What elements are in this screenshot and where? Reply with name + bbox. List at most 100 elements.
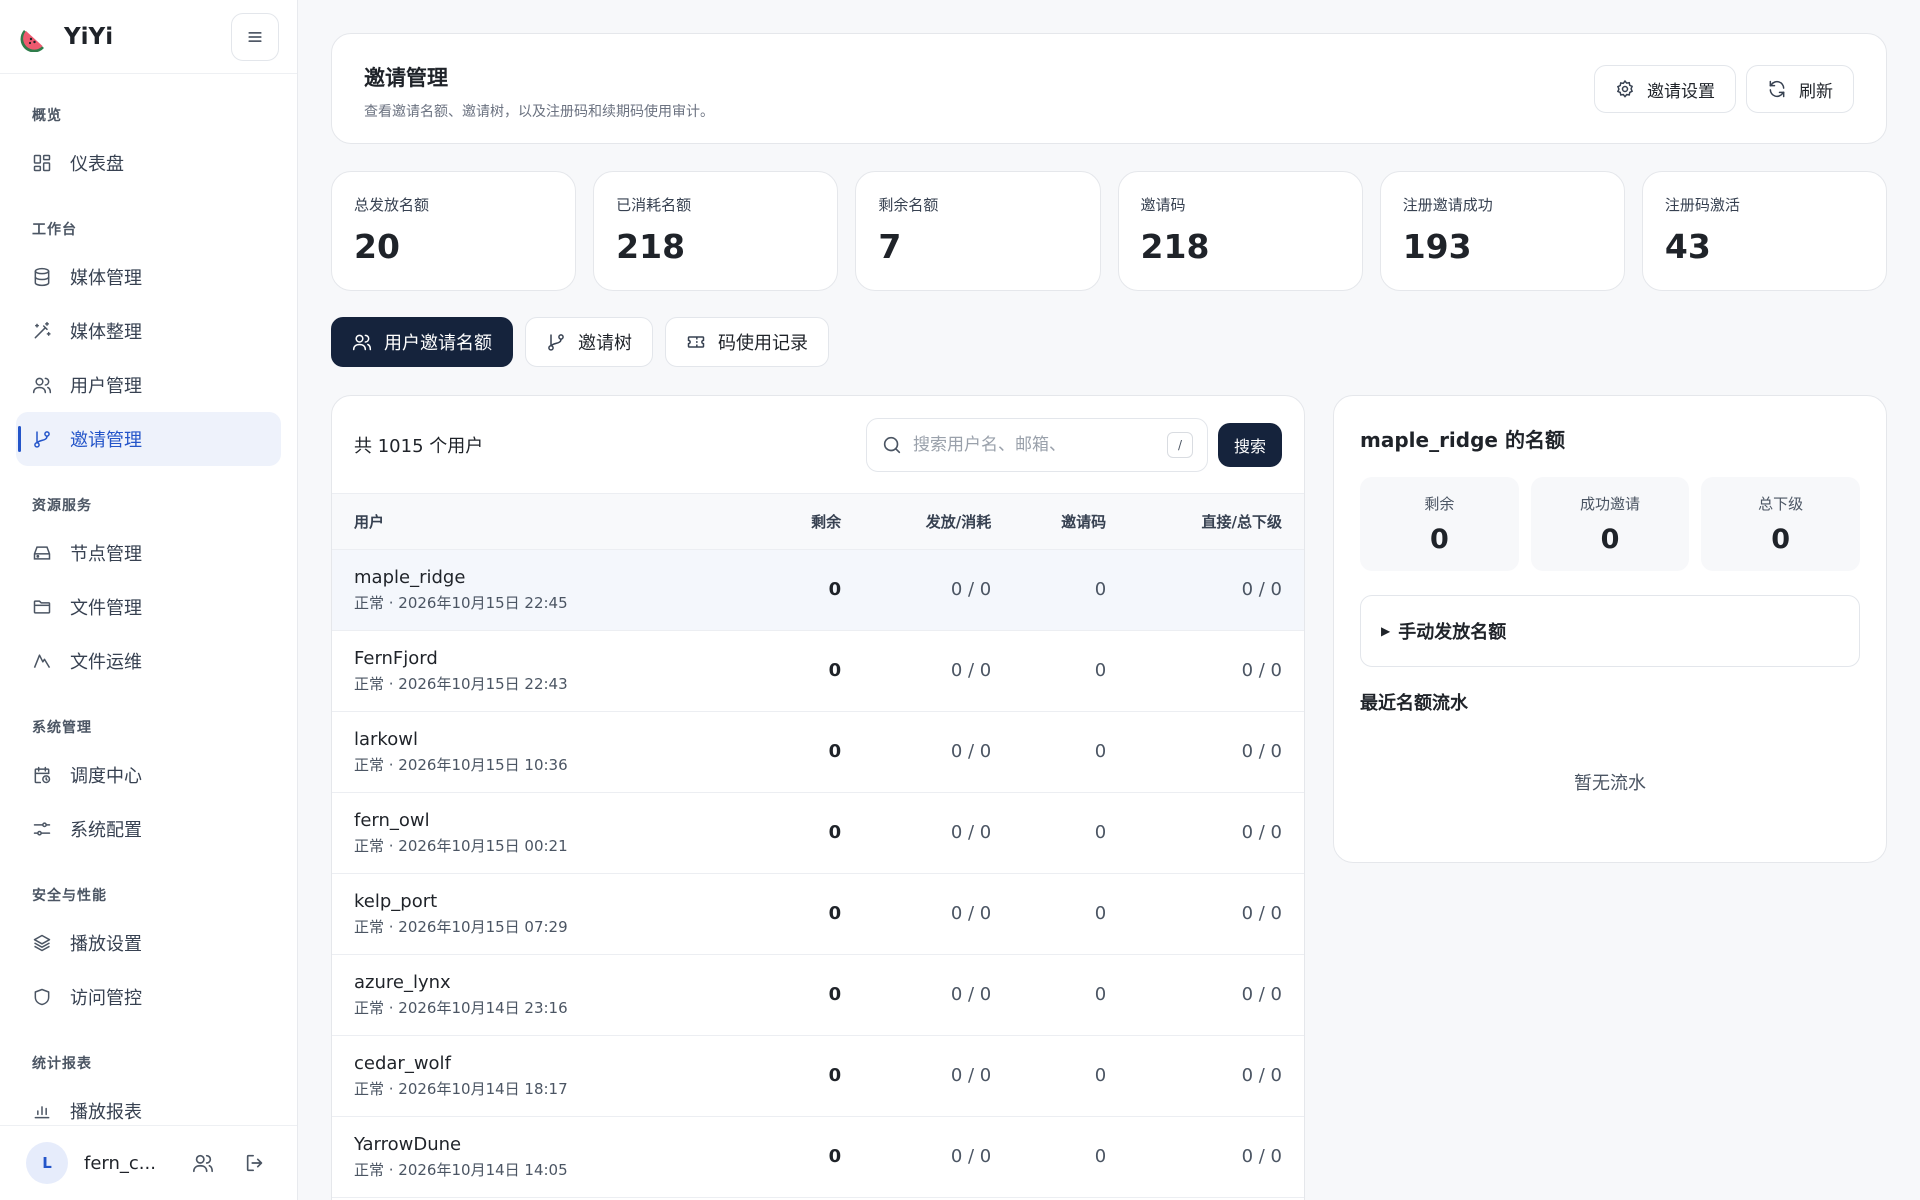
user-meta: 正常 · 2026年10月15日 10:36 bbox=[354, 755, 568, 774]
sidebar-item-users[interactable]: 用户管理 bbox=[16, 358, 281, 412]
table-row[interactable]: maple_ridge 正常 · 2026年10月15日 22:45 0 0 / … bbox=[332, 549, 1304, 631]
descendants-cell: 0 / 0 bbox=[1128, 873, 1304, 955]
manual-issue-toggle[interactable]: ▶ 手动发放名额 bbox=[1360, 595, 1860, 667]
tab-invite-tree[interactable]: 邀请树 bbox=[525, 317, 653, 367]
user-name: FernFjord bbox=[354, 647, 438, 669]
sidebar-item-files[interactable]: 文件管理 bbox=[16, 580, 281, 634]
sidebar-item-file-ops[interactable]: 文件运维 bbox=[16, 634, 281, 688]
descendants-cell: 0 / 0 bbox=[1128, 711, 1304, 793]
invite-settings-label: 邀请设置 bbox=[1647, 81, 1715, 102]
view-tabs: 用户邀请名额 邀请树 码使用记录 bbox=[331, 317, 829, 367]
sidebar-item-label: 系统配置 bbox=[70, 820, 142, 841]
remaining-cell: 0 bbox=[773, 1035, 864, 1117]
user-cell: maple_ridge 正常 · 2026年10月15日 22:45 bbox=[332, 549, 774, 631]
sidebar-item-label: 媒体管理 bbox=[70, 268, 142, 289]
user-cell: YarrowDune 正常 · 2026年10月14日 14:05 bbox=[332, 1116, 774, 1198]
column-user: 用户 bbox=[332, 494, 774, 550]
ticket-icon bbox=[686, 332, 706, 352]
mini-stat-label: 总下级 bbox=[1758, 495, 1804, 513]
remaining-cell: 0 bbox=[773, 711, 864, 793]
sidebar-item-playback-settings[interactable]: 播放设置 bbox=[16, 916, 281, 970]
tab-user-quota[interactable]: 用户邀请名额 bbox=[331, 317, 513, 367]
codes-cell: 0 bbox=[1013, 549, 1129, 631]
switch-account-icon[interactable] bbox=[192, 1152, 214, 1174]
sidebar-item-nodes[interactable]: 节点管理 bbox=[16, 526, 281, 580]
sidebar-item-label: 邀请管理 bbox=[70, 430, 142, 451]
detail-mini-stats: 剩余 0 成功邀请 0 总下级 0 bbox=[1360, 477, 1861, 571]
user-cell: fern_owl 正常 · 2026年10月15日 00:21 bbox=[332, 792, 774, 874]
stat-invite-success: 注册邀请成功 193 bbox=[1379, 171, 1625, 291]
sidebar-item-label: 文件运维 bbox=[70, 652, 142, 673]
sidebar-item-label: 调度中心 bbox=[70, 766, 142, 787]
table-row[interactable]: fern_owl 正常 · 2026年10月15日 00:21 0 0 / 0 0… bbox=[332, 792, 1304, 874]
descendants-cell: 0 / 0 bbox=[1128, 549, 1304, 631]
logout-icon[interactable] bbox=[244, 1152, 266, 1174]
search-input[interactable] bbox=[912, 434, 1167, 455]
user-meta: 正常 · 2026年10月14日 14:05 bbox=[354, 1160, 568, 1179]
mini-stat-label: 剩余 bbox=[1424, 495, 1455, 513]
nav-group-security: 安全与性能 bbox=[32, 888, 107, 904]
stat-value: 43 bbox=[1664, 227, 1711, 266]
mini-stat-value: 0 bbox=[1771, 524, 1791, 555]
layers-icon bbox=[32, 933, 52, 953]
sidebar-item-media[interactable]: 媒体管理 bbox=[16, 250, 281, 304]
sidebar-item-label: 文件管理 bbox=[70, 598, 142, 619]
avatar[interactable]: L bbox=[26, 1142, 68, 1184]
mini-stat-successful-invites: 成功邀请 0 bbox=[1530, 477, 1690, 571]
user-meta: 正常 · 2026年10月15日 07:29 bbox=[354, 917, 568, 936]
table-row[interactable]: azure_lynx 正常 · 2026年10月14日 23:16 0 0 / 0… bbox=[332, 954, 1304, 1036]
sidebar-item-scheduler[interactable]: 调度中心 bbox=[16, 748, 281, 802]
descendants-cell: 0 / 0 bbox=[1128, 630, 1304, 712]
mini-stat-remaining: 剩余 0 bbox=[1360, 477, 1519, 571]
user-name: YarrowDune bbox=[354, 1133, 462, 1155]
table-row[interactable]: cedar_wolf 正常 · 2026年10月14日 18:17 0 0 / 0… bbox=[332, 1035, 1304, 1117]
menu-icon bbox=[248, 31, 262, 42]
issued-cell: 0 / 0 bbox=[863, 792, 1014, 874]
current-username: fern_c... bbox=[84, 1152, 156, 1174]
header-actions: 邀请设置 刷新 bbox=[1594, 65, 1854, 113]
table-header-row: 用户 剩余 发放/消耗 邀请码 直接/总下级 bbox=[332, 494, 1304, 550]
column-issued-consumed: 发放/消耗 bbox=[863, 494, 1014, 550]
calendar-clock-icon bbox=[32, 765, 52, 785]
refresh-button[interactable]: 刷新 bbox=[1746, 65, 1854, 113]
descendants-cell: 0 / 0 bbox=[1128, 792, 1304, 874]
sidebar-item-media-organize[interactable]: 媒体整理 bbox=[16, 304, 281, 358]
users-icon bbox=[32, 375, 52, 395]
sidebar-item-label: 播放设置 bbox=[70, 934, 142, 955]
issued-cell: 0 / 0 bbox=[863, 1116, 1014, 1198]
sidebar-item-dashboard[interactable]: 仪表盘 bbox=[16, 136, 281, 190]
mountain-icon bbox=[32, 651, 52, 671]
sidebar-item-access-control[interactable]: 访问管控 bbox=[16, 970, 281, 1024]
user-meta: 正常 · 2026年10月15日 22:45 bbox=[354, 593, 568, 612]
gear-icon bbox=[1615, 79, 1635, 99]
issued-cell: 0 / 0 bbox=[863, 711, 1014, 793]
main-content: 邀请管理 查看邀请名额、邀请树，以及注册码和续期码使用审计。 邀请设置 刷新 总… bbox=[298, 0, 1920, 1200]
table-row[interactable]: YarrowDune 正常 · 2026年10月14日 14:05 0 0 / 0… bbox=[332, 1116, 1304, 1198]
search-button[interactable]: 搜索 bbox=[1217, 422, 1282, 467]
table-row[interactable]: FernFjord 正常 · 2026年10月15日 22:43 0 0 / 0 … bbox=[332, 630, 1304, 712]
sidebar-footer: L fern_c... bbox=[0, 1125, 297, 1200]
sidebar-item-invites[interactable]: 邀请管理 bbox=[16, 412, 281, 466]
table-row[interactable]: kelp_port 正常 · 2026年10月15日 07:29 0 0 / 0 … bbox=[332, 873, 1304, 955]
user-name: azure_lynx bbox=[354, 971, 451, 993]
search-box[interactable]: / bbox=[865, 417, 1208, 472]
bar-chart-icon bbox=[32, 1101, 52, 1121]
search-icon bbox=[881, 434, 903, 456]
brand-bar: YiYi bbox=[0, 0, 297, 74]
stat-label: 注册邀请成功 bbox=[1402, 196, 1493, 214]
user-name: fern_owl bbox=[354, 809, 430, 831]
column-remaining: 剩余 bbox=[773, 494, 864, 550]
issued-cell: 0 / 0 bbox=[863, 630, 1014, 712]
tab-code-usage[interactable]: 码使用记录 bbox=[665, 317, 829, 367]
invite-settings-button[interactable]: 邀请设置 bbox=[1594, 65, 1736, 113]
sidebar-item-playback-report[interactable]: 播放报表 bbox=[16, 1084, 281, 1125]
nav-group-workbench: 工作台 bbox=[32, 222, 77, 238]
shield-icon bbox=[32, 987, 52, 1007]
sidebar-item-system-config[interactable]: 系统配置 bbox=[16, 802, 281, 856]
table-row[interactable]: larkowl 正常 · 2026年10月15日 10:36 0 0 / 0 0 … bbox=[332, 711, 1304, 793]
nav-group-system: 系统管理 bbox=[32, 720, 92, 736]
menu-toggle-button[interactable] bbox=[231, 12, 279, 61]
user-meta: 正常 · 2026年10月15日 22:43 bbox=[354, 674, 568, 693]
user-meta: 正常 · 2026年10月15日 00:21 bbox=[354, 836, 568, 855]
stat-total-issued: 总发放名额 20 bbox=[331, 171, 577, 291]
